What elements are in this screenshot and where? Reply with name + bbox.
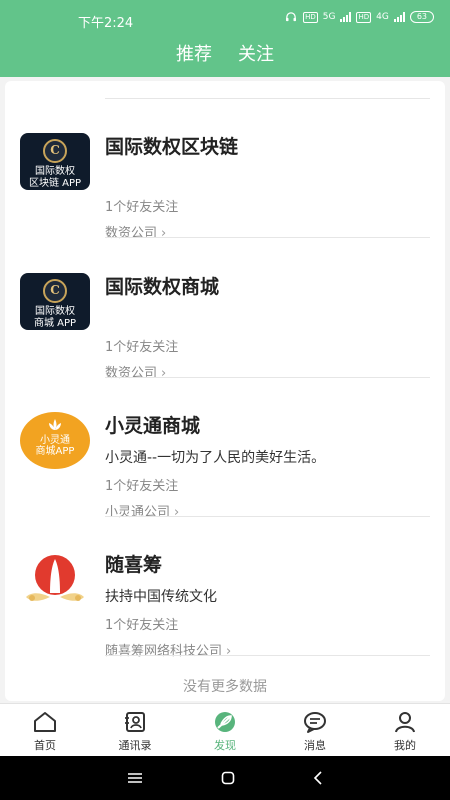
nav-label: 我的 (394, 739, 416, 752)
logo-caption: 小灵通 (40, 435, 70, 446)
nav-label: 首页 (34, 739, 56, 752)
nav-label: 消息 (304, 739, 326, 752)
nav-home[interactable]: 首页 (0, 704, 90, 756)
status-bar: 下午2:24 HD 5G HD 4G 63 (0, 0, 450, 36)
header-tabs: 推荐 关注 (0, 40, 450, 66)
hd-badge: HD (303, 11, 318, 23)
friend-follow-count: 1个好友关注 (105, 618, 179, 633)
no-more-data-text: 没有更多数据 (183, 679, 267, 695)
palms-together-icon (26, 555, 84, 601)
feed-list: 国际数权 区块链 APP 国际数权区块链 1个好友关注 数资公司› 国际数权 商… (5, 81, 445, 701)
contacts-icon (125, 712, 145, 732)
nav-discover[interactable]: 发现 (180, 704, 270, 756)
app-logo: 国际数权 区块链 APP (20, 133, 90, 190)
home-icon (34, 712, 56, 732)
headphones-icon (286, 12, 297, 22)
friend-follow-count: 1个好友关注 (105, 340, 179, 355)
signal-icon-2 (393, 12, 405, 22)
item-title[interactable]: 随喜筹 (105, 550, 162, 577)
home-button-icon[interactable] (221, 771, 235, 785)
item-title[interactable]: 国际数权商城 (105, 272, 219, 299)
signal-icon (340, 12, 352, 22)
list-item[interactable]: 国际数权 商城 APP 国际数权商城 1个好友关注 数资公司› (5, 238, 445, 381)
app-logo (20, 551, 90, 608)
discover-icon (215, 712, 235, 732)
logo-caption: 商城APP (35, 446, 75, 457)
coin-icon (43, 139, 67, 163)
item-title[interactable]: 小灵通商城 (105, 411, 200, 438)
friend-follow-count: 1个好友关注 (105, 479, 179, 494)
network-4g-label: 4G (376, 12, 389, 22)
lotus-icon (49, 419, 61, 430)
logo-caption: 商城 APP (33, 318, 77, 329)
item-description: 小灵通--一切为了人民的美好生活。 (105, 450, 326, 466)
system-nav-bar (0, 756, 450, 800)
logo-caption: 国际数权 (35, 306, 75, 317)
company-link[interactable]: 随喜筹网络科技公司 › (105, 640, 231, 659)
bottom-nav: 首页 通讯录 发现 消息 我的 (0, 703, 450, 756)
divider (105, 655, 430, 656)
list-item[interactable]: 小灵通 商城APP 小灵通商城 小灵通--一切为了人民的美好生活。 1个好友关注… (5, 377, 445, 520)
nav-contacts[interactable]: 通讯录 (90, 704, 180, 756)
back-icon[interactable] (313, 771, 323, 785)
app-header: 下午2:24 HD 5G HD 4G 63 推荐 关注 (0, 0, 450, 77)
company-name: 随喜筹网络科技公司 (105, 644, 223, 659)
nav-label: 发现 (214, 739, 236, 752)
status-icons: HD 5G HD 4G 63 (284, 11, 434, 23)
chevron-right-icon: › (226, 644, 232, 659)
network-5g-label: 5G (322, 12, 336, 22)
nav-profile[interactable]: 我的 (360, 704, 450, 756)
message-icon (304, 712, 326, 733)
logo-caption: 国际数权 (35, 166, 75, 177)
nav-label: 通讯录 (118, 739, 152, 752)
tab-following[interactable]: 关注 (238, 40, 274, 66)
coin-icon (43, 279, 67, 303)
logo-caption: 区块链 APP (28, 178, 82, 189)
item-description: 扶持中国传统文化 (105, 589, 217, 605)
friend-follow-count: 1个好友关注 (105, 200, 179, 215)
hd-badge-2: HD (356, 11, 372, 23)
list-item[interactable]: 随喜筹 扶持中国传统文化 1个好友关注 随喜筹网络科技公司 › (5, 516, 445, 659)
menu-icon[interactable] (127, 772, 143, 784)
tab-recommend[interactable]: 推荐 (176, 40, 212, 66)
profile-icon (395, 712, 415, 733)
app-logo: 国际数权 商城 APP (20, 273, 90, 330)
item-title[interactable]: 国际数权区块链 (105, 132, 238, 159)
battery-icon: 63 (409, 11, 434, 23)
status-time: 下午2:24 (78, 16, 134, 31)
list-item[interactable]: 国际数权 区块链 APP 国际数权区块链 1个好友关注 数资公司› (5, 98, 445, 241)
app-logo: 小灵通 商城APP (20, 412, 90, 469)
nav-messages[interactable]: 消息 (270, 704, 360, 756)
